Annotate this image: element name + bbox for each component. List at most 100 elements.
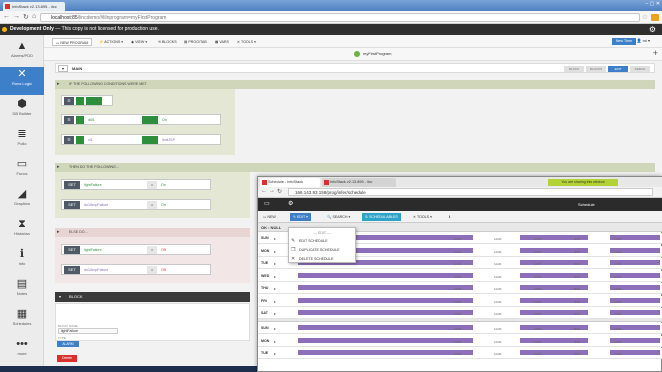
- schedule-event-bar[interactable]: [298, 325, 473, 330]
- home-icon[interactable]: ⌂: [32, 13, 36, 20]
- expand-arrow-icon[interactable]: ▸: [274, 336, 276, 347]
- condition-value[interactable]: limitJSP: [162, 135, 175, 145]
- schedule-event-bar[interactable]: [298, 350, 473, 355]
- schedule-row[interactable]: TUE ▸ 12AM 12AM 12PM 6PM 12AM: [258, 348, 662, 359]
- schedule-row[interactable]: SUN ▸ 12AM 12AM 12PM 6PM 12AM: [258, 323, 662, 334]
- schedule-event-bar[interactable]: [298, 337, 473, 343]
- sidebar-item-alarms[interactable]: ▲ Alarms/PDD: [0, 39, 44, 67]
- schedule-row[interactable]: WED ▸ 12AM 12AM 12PM 6PM 12AM: [258, 270, 662, 282]
- condition-var[interactable]: xi1: [88, 135, 93, 145]
- browser-tab[interactable]: InfoStack v2.13.895 - ilcc: [3, 2, 65, 11]
- tools-menu[interactable]: ✕ TOOLS ▾: [410, 213, 435, 221]
- sidebar-item-more[interactable]: ••• more: [0, 337, 44, 365]
- delete-button[interactable]: Delete: [57, 355, 77, 362]
- group-handle-icon[interactable]: [76, 97, 84, 105]
- bookmark-star-icon[interactable]: ☆: [642, 13, 648, 21]
- view-menu[interactable]: ◉ VIEW ▾: [128, 38, 150, 46]
- user-menu[interactable]: 👤 mi ▾: [637, 37, 650, 45]
- expand-arrow-icon[interactable]: ▸: [274, 271, 276, 282]
- menu-icon[interactable]: ☰: [64, 136, 74, 144]
- blocks-button[interactable]: ⟲ BLOCKS: [155, 38, 180, 46]
- action-row[interactable]: SET do1AmpFailure = Off: [61, 264, 211, 275]
- back-icon[interactable]: ←: [3, 13, 10, 20]
- action-value[interactable]: Off: [161, 265, 166, 275]
- edit-menu-button[interactable]: ✎ EDIT ▾: [290, 213, 311, 221]
- action-var[interactable]: lightFailure: [84, 245, 102, 255]
- action-value[interactable]: On: [161, 180, 166, 190]
- schedule-url-field[interactable]: 166.143.93.158/prog/infer/schedule: [288, 188, 653, 196]
- gear-icon[interactable]: ⚙: [649, 24, 656, 35]
- expand-icon[interactable]: ▸: [57, 228, 60, 237]
- search-button[interactable]: 🔍 SEARCH ▾: [324, 213, 353, 221]
- action-row[interactable]: SET do1AmpFailure = On: [61, 199, 211, 210]
- expand-icon[interactable]: ▸: [57, 163, 60, 172]
- and-operator[interactable]: [86, 97, 102, 105]
- condition-var[interactable]: di01: [88, 115, 95, 125]
- view-button-blocks[interactable]: BLOCKS: [586, 66, 606, 72]
- action-var[interactable]: do1AmpFailure: [84, 265, 108, 275]
- expand-arrow-icon[interactable]: ▸: [274, 308, 276, 319]
- sidebar-item-notes[interactable]: ▤ Notes: [0, 277, 44, 305]
- condition-value[interactable]: On: [162, 115, 167, 125]
- equals-operator[interactable]: =: [147, 181, 157, 189]
- expand-arrow-icon[interactable]: ▸: [274, 246, 276, 257]
- sidebar-item-historian[interactable]: ⧗ Historian: [0, 217, 44, 245]
- forward-icon[interactable]: →: [13, 13, 20, 20]
- schedulables-button[interactable]: ⇅ SCHEDULABLES: [362, 213, 401, 221]
- expand-arrow-icon[interactable]: ▸: [274, 296, 276, 307]
- schedule-row[interactable]: SAT ▸ 12AM 12AM 12PM 6PM 12AM: [258, 308, 662, 319]
- expand-arrow-icon[interactable]: ▸: [274, 348, 276, 359]
- action-value[interactable]: On: [161, 200, 166, 210]
- expand-arrow-icon[interactable]: ▸: [274, 323, 276, 334]
- second-tab[interactable]: InfoStack v2.13.895 - ilcc: [322, 178, 396, 187]
- action-value[interactable]: Off: [161, 245, 166, 255]
- schedule-event-bar[interactable]: [298, 285, 473, 290]
- schedule-event-bar[interactable]: [298, 297, 473, 303]
- equals-operator[interactable]: =: [147, 246, 157, 254]
- new-program-button[interactable]: ▭ NEW PROGRAM: [52, 38, 93, 46]
- add-icon[interactable]: +: [653, 48, 658, 58]
- condition-row[interactable]: ☰ xi1 limitJSP: [61, 134, 221, 145]
- action-row[interactable]: SET lightFailure = On: [61, 179, 211, 190]
- sidebar-item-logic[interactable]: ✕ Runs Logic: [0, 67, 44, 95]
- schedule-event-bar[interactable]: [298, 310, 473, 315]
- sidebar-item-db-builder[interactable]: ⬢ DB Builder: [0, 97, 44, 125]
- sidebar-item-info[interactable]: ℹ Info: [0, 247, 44, 275]
- extension-icon[interactable]: [651, 14, 659, 21]
- settings-icon[interactable]: ⚙: [288, 200, 293, 207]
- menu-icon[interactable]: ☰: [64, 97, 74, 105]
- url-field[interactable]: localhost:85/lincdemo/#lilnprogram=myFir…: [40, 13, 640, 22]
- reload-icon[interactable]: ↻: [23, 13, 29, 21]
- view-button-debug[interactable]: DEBUG: [630, 66, 650, 72]
- expand-icon[interactable]: ▸: [57, 80, 60, 89]
- schedule-row[interactable]: THU ▸ 12AM 12AM 12PM 6PM 12AM: [258, 283, 662, 294]
- back-icon[interactable]: ←: [261, 188, 267, 194]
- tools-menu[interactable]: ✕ TOOLS ▾: [234, 38, 259, 46]
- collapse-icon[interactable]: ▾: [59, 292, 61, 302]
- info-icon[interactable]: ℹ: [446, 213, 453, 221]
- expand-arrow-icon[interactable]: ▸: [274, 258, 276, 269]
- condition-group[interactable]: ☰: [61, 95, 113, 106]
- expand-arrow-icon[interactable]: ▸: [274, 283, 276, 294]
- sidebar-item-graphics[interactable]: ◢ Graphics: [0, 187, 44, 215]
- monitor-icon[interactable]: ▭: [264, 200, 270, 207]
- delete-schedule-item[interactable]: ✕ DELETE SCHEDULE: [289, 255, 355, 263]
- forward-icon[interactable]: →: [269, 188, 275, 194]
- sidebar-item-polio[interactable]: ≣ Polio: [0, 127, 44, 155]
- sidebar-item-schedules[interactable]: ▦ Schedules: [0, 307, 44, 335]
- condition-operator[interactable]: [142, 116, 158, 124]
- schedule-row[interactable]: FRI ▸ 12AM 12AM 12PM 6PM 12AM: [258, 295, 662, 307]
- expand-arrow-icon[interactable]: ▸: [274, 233, 276, 244]
- action-var[interactable]: lightFailure: [84, 180, 102, 190]
- menu-icon[interactable]: ☰: [64, 116, 74, 124]
- equals-operator[interactable]: =: [147, 266, 157, 274]
- view-button-block[interactable]: BLOCK: [564, 66, 584, 72]
- equals-operator[interactable]: =: [147, 201, 157, 209]
- prog-tab-button[interactable]: ▤ PROG/TAB: [181, 38, 210, 46]
- schedule-event-bar[interactable]: [298, 272, 473, 278]
- view-button-edit[interactable]: EDIT: [608, 66, 628, 72]
- action-row[interactable]: SET lightFailure = Off: [61, 244, 211, 255]
- actions-menu[interactable]: ⚡ ACTIONS ▾: [96, 38, 126, 46]
- collapse-toggle[interactable]: ▾: [58, 65, 68, 72]
- vars-button[interactable]: ▦ VARS: [212, 38, 232, 46]
